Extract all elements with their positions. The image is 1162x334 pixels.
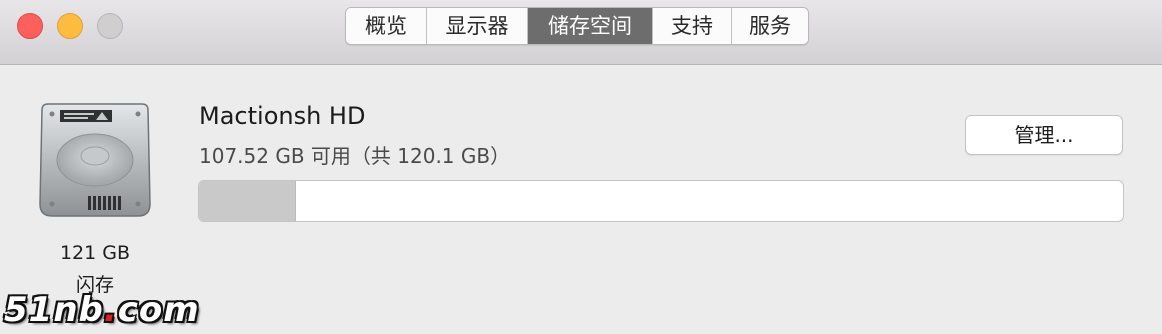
tab-overview[interactable]: 概览 (346, 8, 426, 44)
zoom-window-button[interactable] (97, 13, 123, 39)
tab-displays[interactable]: 显示器 (426, 8, 527, 44)
drive-size-label: 121 GB (59, 242, 131, 264)
disk-name: Mactionsh HD (199, 102, 366, 130)
close-window-button[interactable] (17, 13, 43, 39)
hard-drive-icon (38, 100, 152, 220)
tab-service[interactable]: 服务 (731, 8, 808, 44)
watermark-left: 51nb (4, 290, 104, 330)
site-watermark: 51nb.com (4, 290, 200, 330)
window-titlebar: 概览 显示器 储存空间 支持 服务 (0, 0, 1162, 65)
manage-button[interactable]: 管理... (965, 115, 1123, 155)
watermark-right: com (117, 290, 200, 330)
storage-usage-fill (199, 181, 297, 221)
watermark-dot: . (103, 290, 118, 330)
tab-storage[interactable]: 储存空间 (527, 8, 652, 44)
minimize-window-button[interactable] (57, 13, 83, 39)
tab-support[interactable]: 支持 (652, 8, 731, 44)
tab-bar: 概览 显示器 储存空间 支持 服务 (345, 7, 809, 45)
disk-available-text: 107.52 GB 可用（共 120.1 GB） (199, 144, 511, 168)
storage-usage-bar (198, 180, 1124, 222)
